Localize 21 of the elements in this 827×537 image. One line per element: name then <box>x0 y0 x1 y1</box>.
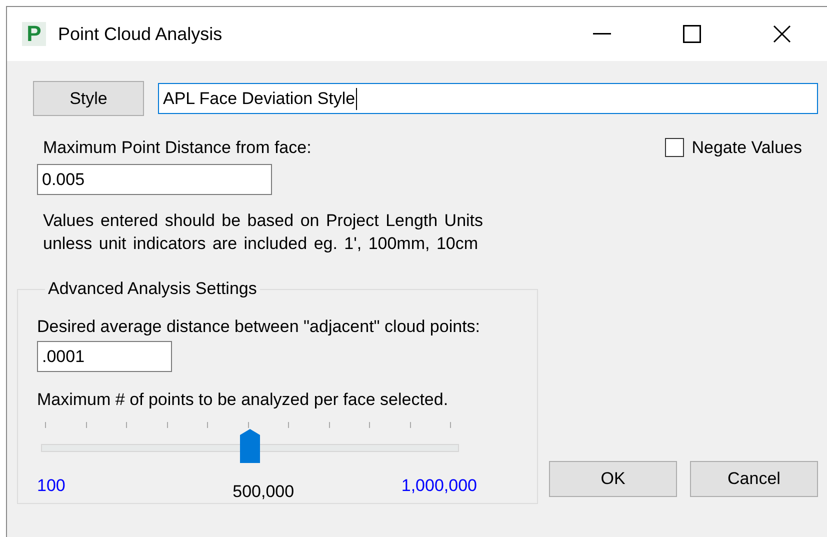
max-label: 1,000,000 <box>401 476 477 496</box>
cancel-button[interactable]: Cancel <box>690 461 818 497</box>
minimize-icon <box>593 33 611 35</box>
value-label: 500,000 <box>232 482 294 502</box>
style-button[interactable]: Style <box>33 81 144 116</box>
style-field[interactable]: APL Face Deviation Style <box>158 83 818 114</box>
distance-field[interactable]: 0.005 <box>37 164 272 195</box>
ok-button[interactable]: OK <box>549 461 677 497</box>
app-icon: P <box>22 22 46 46</box>
group-legend: Advanced Analysis Settings <box>45 279 260 299</box>
negate-checkbox[interactable]: Negate Values <box>664 138 802 162</box>
close-icon <box>773 25 791 43</box>
field-label: Maximum Point Distance from face: <box>43 138 312 158</box>
field-label: Maximum # of points to be analyzed per face selected. <box>37 390 450 410</box>
units-note: Values entered should be based on Project Length Units unless unit indicators are included eg. 1', 100mm, 10cm <box>43 210 484 255</box>
maximize-icon <box>683 25 701 43</box>
slider-thumb[interactable] <box>240 429 260 463</box>
window-title: Point Cloud Analysis <box>58 24 222 44</box>
field-label: Desired average distance between "adjacent" cloud points: <box>37 317 482 337</box>
min-label: 100 <box>37 476 66 496</box>
spacing-field[interactable]: .0001 <box>37 341 172 372</box>
